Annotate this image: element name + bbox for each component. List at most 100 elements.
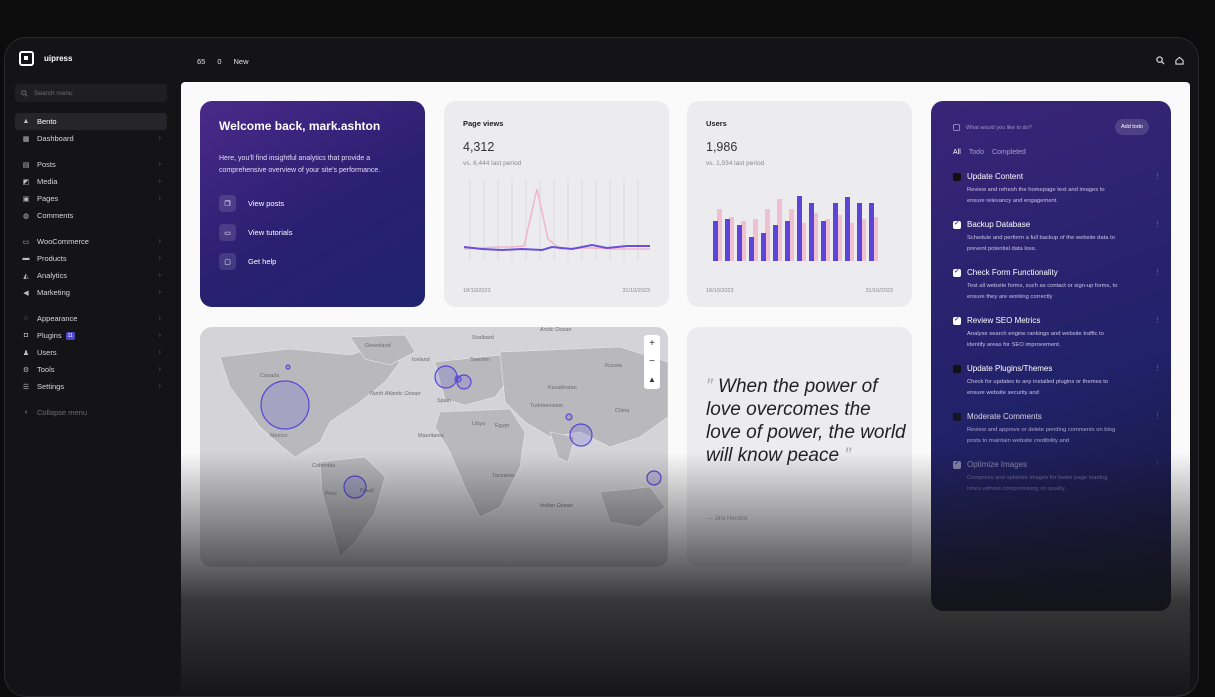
tools-icon: ⚙: [22, 366, 30, 374]
todo-checkbox[interactable]: [953, 267, 961, 277]
zoom-in-button[interactable]: +: [649, 335, 655, 353]
map-bubble-france: [454, 375, 462, 383]
sidebar-item-label: Pages: [37, 194, 59, 203]
todo-checkbox[interactable]: [953, 459, 961, 469]
sidebar-item-label: Products: [37, 254, 67, 263]
quote-text: ″ When the power of love overcomes the l…: [706, 375, 906, 467]
sidebar-item-posts[interactable]: ▤ Posts ›: [15, 156, 167, 173]
search-icon[interactable]: [1156, 56, 1165, 65]
chevron-right-icon: ›: [158, 315, 161, 322]
sidebar-item-label: Plugins: [37, 331, 62, 340]
sidebar-item-label: Bento: [37, 117, 57, 126]
link-label: View posts: [248, 199, 285, 208]
sidebar-item-label: Users: [37, 348, 57, 357]
sidebar-item-label: Comments: [37, 211, 74, 220]
map-bubble-usa: [260, 380, 310, 430]
more-options-icon[interactable]: ⋮: [1154, 364, 1161, 372]
collapse-menu-button[interactable]: ‹ Collapse menu: [15, 404, 167, 421]
more-options-icon[interactable]: ⋮: [1154, 412, 1161, 420]
more-options-icon[interactable]: ⋮: [1154, 268, 1161, 276]
chevron-right-icon: ›: [158, 135, 161, 142]
sidebar-item-label: Tools: [37, 365, 55, 374]
sidebar-item-marketing[interactable]: ◀ Marketing ›: [15, 284, 167, 301]
map-label-kazakhstan: Kazakhstan: [548, 385, 577, 391]
users-value: 1,986: [706, 140, 738, 154]
topbar-comments[interactable]: 0: [217, 57, 221, 66]
map-bubble-brazil: [343, 475, 367, 499]
sidebar-nav: ▲ Bento ▦ Dashboard › ▤ Posts › ◩ Media › ▣ Page…: [15, 113, 167, 421]
reset-north-icon[interactable]: ▲: [648, 371, 656, 389]
map-bubble-uk: [434, 365, 458, 389]
todo-title: Moderate Comments: [967, 412, 1042, 421]
sidebar-item-dashboard[interactable]: ▦ Dashboard ›: [15, 130, 167, 147]
tab-todo[interactable]: Todo: [969, 149, 984, 156]
map-label-spain: Spain: [437, 398, 451, 404]
sidebar-item-settings[interactable]: ☰ Settings ›: [15, 378, 167, 395]
todo-checkbox[interactable]: [953, 315, 961, 325]
topbar-new[interactable]: New: [234, 57, 249, 66]
more-options-icon[interactable]: ⋮: [1154, 460, 1161, 468]
link-label: Get help: [248, 257, 277, 266]
todo-title: Optimize Images: [967, 460, 1028, 469]
todo-input-bar: What would you like to do? Add todo: [953, 119, 1149, 135]
sidebar-item-bento[interactable]: ▲ Bento: [15, 113, 167, 130]
users-bar-chart: [713, 196, 878, 261]
home-icon[interactable]: [1175, 56, 1184, 65]
chevron-right-icon: ›: [158, 349, 161, 356]
todo-checkbox[interactable]: [953, 219, 961, 229]
users-title: Users: [706, 119, 727, 128]
topbar-updates[interactable]: 65: [197, 57, 205, 66]
world-map-card[interactable]: Greenland Svalbard Iceland Sweden Russia…: [200, 327, 668, 567]
todo-title: Review SEO Metrics: [967, 316, 1041, 325]
todo-checkbox[interactable]: [953, 365, 961, 373]
woocommerce-icon: ▭: [22, 238, 30, 246]
map-label-egypt: Egypt: [495, 423, 510, 429]
sidebar-item-media[interactable]: ◩ Media ›: [15, 173, 167, 190]
todo-description: Review and approve or delete pending com…: [967, 427, 1116, 444]
map-label-canada: Canada: [260, 373, 280, 379]
sidebar-item-plugins[interactable]: ◘ Plugins 11 ›: [15, 327, 167, 344]
todo-checkbox[interactable]: [953, 413, 961, 421]
add-todo-button[interactable]: Add todo: [1114, 119, 1149, 135]
view-posts-link[interactable]: ❐ View posts: [219, 195, 406, 212]
search-placeholder: Search menu: [34, 89, 73, 97]
sidebar-item-comments[interactable]: ◍ Comments: [15, 207, 167, 224]
dashboard-canvas: Welcome back, mark.ashton Here, you'll f…: [181, 82, 1190, 696]
map-label-russia: Russia: [605, 363, 623, 369]
sidebar-item-appearance[interactable]: ◌ Appearance ›: [15, 310, 167, 327]
sidebar-item-users[interactable]: ♟ Users ›: [15, 344, 167, 361]
search-input[interactable]: Search menu: [15, 84, 167, 102]
sidebar-item-pages[interactable]: ▣ Pages ›: [15, 190, 167, 207]
get-help-link[interactable]: ▢ Get help: [219, 253, 406, 270]
tab-completed[interactable]: Completed: [992, 149, 1026, 156]
more-options-icon[interactable]: ⋮: [1154, 316, 1161, 324]
sidebar-item-analytics[interactable]: ◭ Analytics ›: [15, 267, 167, 284]
quote-body: When the power of love overcomes the lov…: [706, 376, 906, 466]
more-options-icon[interactable]: ⋮: [1154, 220, 1161, 228]
uipress-logo-icon: [19, 51, 34, 66]
map-label-peru: Peru: [325, 491, 337, 497]
appearance-icon: ◌: [23, 315, 29, 322]
brand[interactable]: uipress: [19, 51, 72, 66]
tab-all[interactable]: All: [953, 149, 961, 156]
page-views-card: Page views 4,312 vs. 6,444 last period 1…: [444, 101, 669, 307]
more-options-icon[interactable]: ⋮: [1154, 172, 1161, 180]
sidebar-item-label: Appearance: [37, 314, 78, 323]
view-tutorials-link[interactable]: ▭ View tutorials: [219, 224, 406, 241]
sidebar-item-woocommerce[interactable]: ▭ WooCommerce ›: [15, 233, 167, 250]
sidebar-item-products[interactable]: ▬ Products ›: [15, 250, 167, 267]
plugins-badge: 11: [65, 331, 75, 340]
page-views-value: 4,312: [463, 140, 495, 154]
todo-item: Update Plugins/Themes Check for updates t…: [953, 364, 1161, 399]
todo-checkbox[interactable]: [953, 173, 961, 181]
open-quote-icon: ″: [706, 376, 719, 397]
todo-item: Update Content Review and refresh the hom…: [953, 172, 1161, 207]
checkbox-icon: [953, 123, 960, 131]
settings-icon: ☰: [22, 383, 30, 391]
sidebar-item-tools[interactable]: ⚙ Tools ›: [15, 361, 167, 378]
map-bubble-india-north: [565, 413, 573, 421]
brand-name: uipress: [44, 54, 73, 63]
todo-input[interactable]: What would you like to do?: [953, 123, 1032, 131]
zoom-out-button[interactable]: −: [649, 353, 655, 371]
media-icon: ◩: [22, 178, 30, 186]
